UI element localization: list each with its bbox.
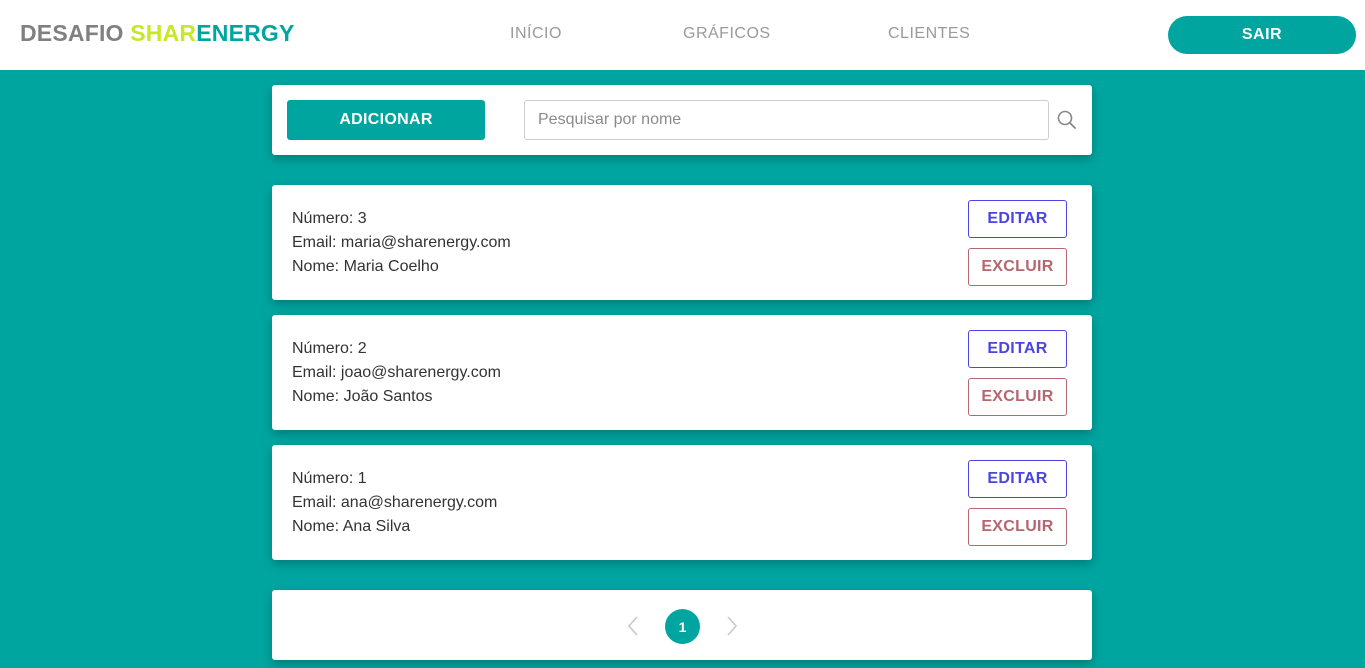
chevron-left-icon [627, 616, 638, 636]
nav-link-graficos[interactable]: GRÁFICOS [683, 25, 771, 43]
search-button[interactable] [1056, 109, 1078, 131]
client-card: Número: 2 Email: joao@sharenergy.com Nom… [272, 315, 1092, 430]
client-name: Nome: Maria Coelho [292, 258, 439, 275]
client-card: Número: 3 Email: maria@sharenergy.com No… [272, 185, 1092, 300]
pagination: 1 [272, 590, 1092, 660]
previous-page-button[interactable] [624, 615, 644, 637]
client-email: Email: joao@sharenergy.com [292, 364, 501, 381]
nav-link-clientes[interactable]: CLIENTES [888, 25, 970, 43]
client-number: Número: 3 [292, 210, 367, 227]
delete-client-button[interactable]: EXCLUIR [968, 248, 1067, 286]
delete-client-button[interactable]: EXCLUIR [968, 378, 1067, 416]
add-client-button[interactable]: ADICIONAR [287, 100, 485, 140]
client-name: Nome: João Santos [292, 388, 433, 405]
edit-client-button[interactable]: EDITAR [968, 330, 1067, 368]
nav-link-inicio[interactable]: INÍCIO [510, 25, 562, 43]
client-toolbar: ADICIONAR [272, 85, 1092, 155]
client-number: Número: 2 [292, 340, 367, 357]
delete-client-button[interactable]: EXCLUIR [968, 508, 1067, 546]
edit-client-button[interactable]: EDITAR [968, 460, 1067, 498]
client-number: Número: 1 [292, 470, 367, 487]
chevron-right-icon [727, 616, 738, 636]
next-page-button[interactable] [721, 615, 741, 637]
app-logo[interactable]: DESAFIO SHARENERGY [20, 20, 295, 47]
client-info: Número: 2 Email: joao@sharenergy.com Nom… [292, 337, 501, 409]
client-email: Email: ana@sharenergy.com [292, 494, 498, 511]
search-icon [1057, 110, 1076, 129]
client-name: Nome: Ana Silva [292, 518, 411, 535]
client-card: Número: 1 Email: ana@sharenergy.com Nome… [272, 445, 1092, 560]
client-email: Email: maria@sharenergy.com [292, 234, 511, 251]
client-info: Número: 1 Email: ana@sharenergy.com Nome… [292, 467, 497, 539]
search-input[interactable] [524, 100, 1049, 140]
page-button-current[interactable]: 1 [665, 609, 700, 644]
client-info: Número: 3 Email: maria@sharenergy.com No… [292, 207, 511, 279]
logout-button[interactable]: SAIR [1168, 16, 1356, 54]
top-navbar: DESAFIO SHARENERGY INÍCIO GRÁFICOS CLIEN… [0, 0, 1365, 70]
edit-client-button[interactable]: EDITAR [968, 200, 1067, 238]
